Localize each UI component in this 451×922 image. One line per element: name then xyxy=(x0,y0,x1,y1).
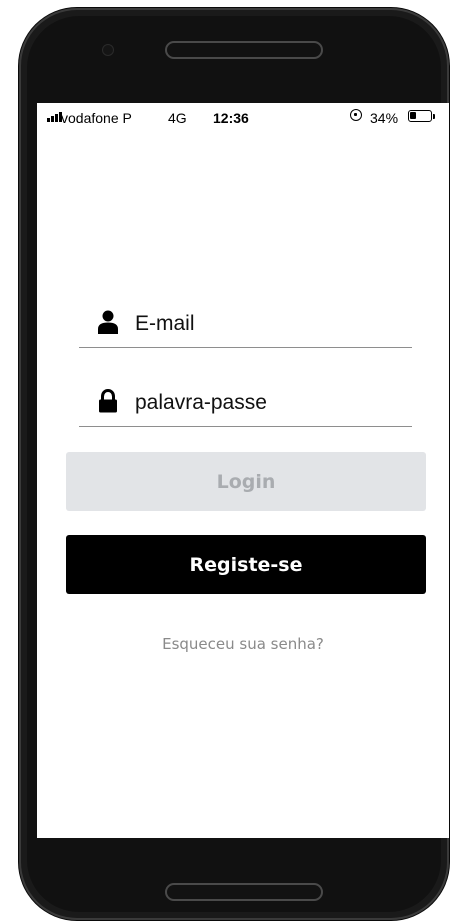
lock-icon xyxy=(99,389,117,413)
email-field xyxy=(79,303,412,348)
email-input[interactable] xyxy=(133,303,407,345)
battery-percent: 34% xyxy=(370,110,399,126)
rotation-lock-icon xyxy=(350,109,362,121)
status-bar: vodafone P 4G 12:36 34% xyxy=(37,103,449,133)
bottom-speaker xyxy=(165,883,323,901)
user-icon xyxy=(98,310,118,334)
battery-icon xyxy=(408,110,432,122)
register-button[interactable]: Registe-se xyxy=(66,535,426,594)
earpiece-speaker xyxy=(165,41,323,59)
carrier-name: vodafone P xyxy=(61,110,132,126)
status-time: 12:36 xyxy=(213,110,249,126)
app-screen: vodafone P 4G 12:36 34% Login Registe-se… xyxy=(37,103,449,838)
password-input[interactable] xyxy=(133,382,407,424)
battery-fill xyxy=(410,112,416,119)
signal-icon xyxy=(47,112,62,122)
forgot-password-link[interactable]: Esqueceu sua senha? xyxy=(37,635,449,653)
front-camera xyxy=(102,44,114,56)
battery-tip xyxy=(433,114,435,119)
network-type: 4G xyxy=(168,110,187,126)
login-button[interactable]: Login xyxy=(66,452,426,511)
password-field xyxy=(79,382,412,427)
